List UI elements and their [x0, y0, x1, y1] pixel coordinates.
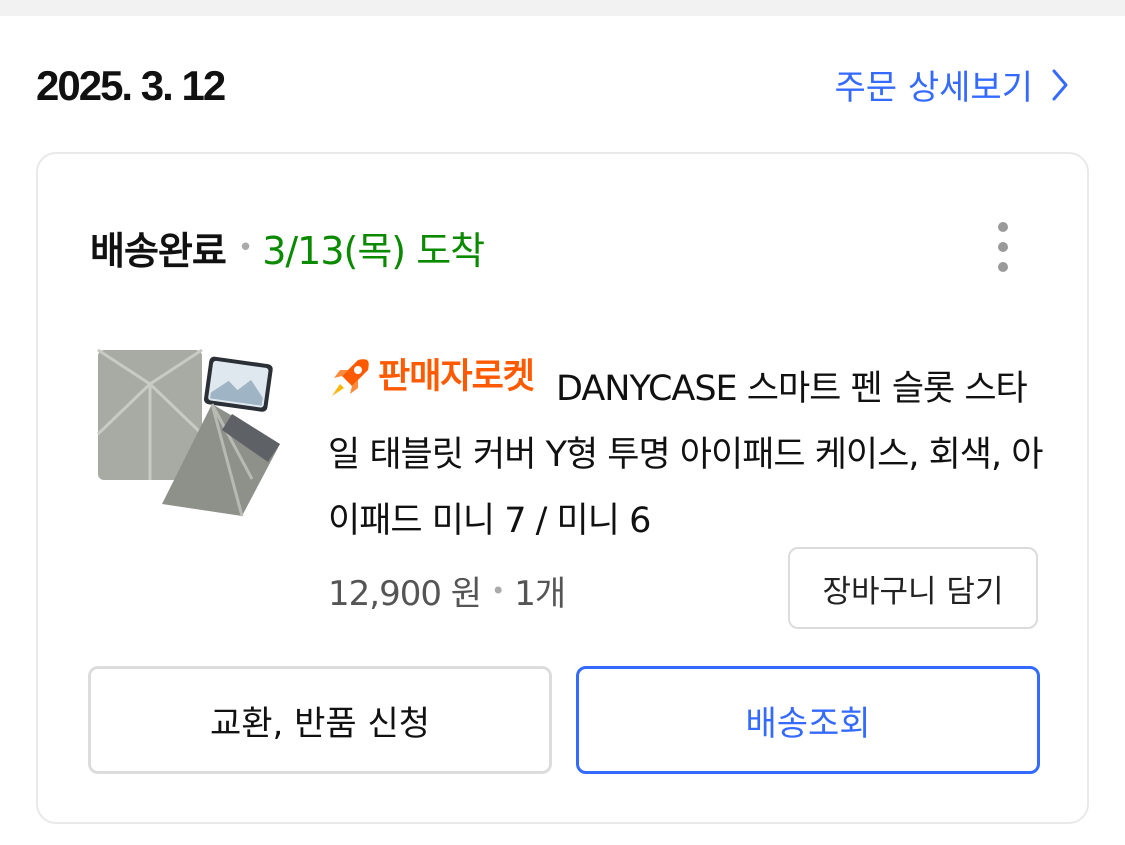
product-thumbnail[interactable]: [92, 344, 282, 524]
rocket-badge-label: 판매자로켓: [378, 357, 535, 397]
order-detail-label: 주문 상세보기: [834, 68, 1034, 108]
order-actions: 교환, 반품 신청 배송조회: [88, 666, 1040, 774]
seller-rocket-badge: 판매자로켓: [328, 344, 535, 410]
order-card: 배송완료 • 3/13(목) 도착 판매자로켓 DANYCASE 스마트 펜 슬…: [36, 152, 1089, 824]
chevron-right-icon: [1052, 69, 1068, 100]
product-price: 12,900 원: [328, 574, 482, 614]
rocket-icon: [332, 359, 369, 396]
separator-dot: •: [237, 232, 253, 263]
track-delivery-button[interactable]: 배송조회: [576, 666, 1040, 774]
shipment-status: 배송완료: [90, 229, 227, 273]
separator-dot: •: [491, 576, 505, 605]
product-title-block[interactable]: 판매자로켓 DANYCASE 스마트 펜 슬롯 스타일 태블릿 커버 Y형 투명…: [328, 344, 1048, 554]
top-divider: [0, 0, 1125, 16]
order-date: 2025. 3. 12: [36, 62, 226, 109]
shipment-status-row: 배송완료 • 3/13(목) 도착: [90, 220, 485, 275]
add-to-cart-button[interactable]: 장바구니 담기: [788, 547, 1038, 629]
more-options-button[interactable]: [995, 222, 1011, 272]
return-exchange-button[interactable]: 교환, 반품 신청: [88, 666, 552, 774]
product-quantity: 1개: [514, 574, 566, 614]
more-vertical-icon: [998, 222, 1008, 232]
price-quantity-row: 12,900 원 • 1개: [328, 566, 566, 615]
order-detail-link[interactable]: 주문 상세보기: [835, 60, 1070, 109]
arrival-date: 3/13(목) 도착: [262, 229, 485, 273]
